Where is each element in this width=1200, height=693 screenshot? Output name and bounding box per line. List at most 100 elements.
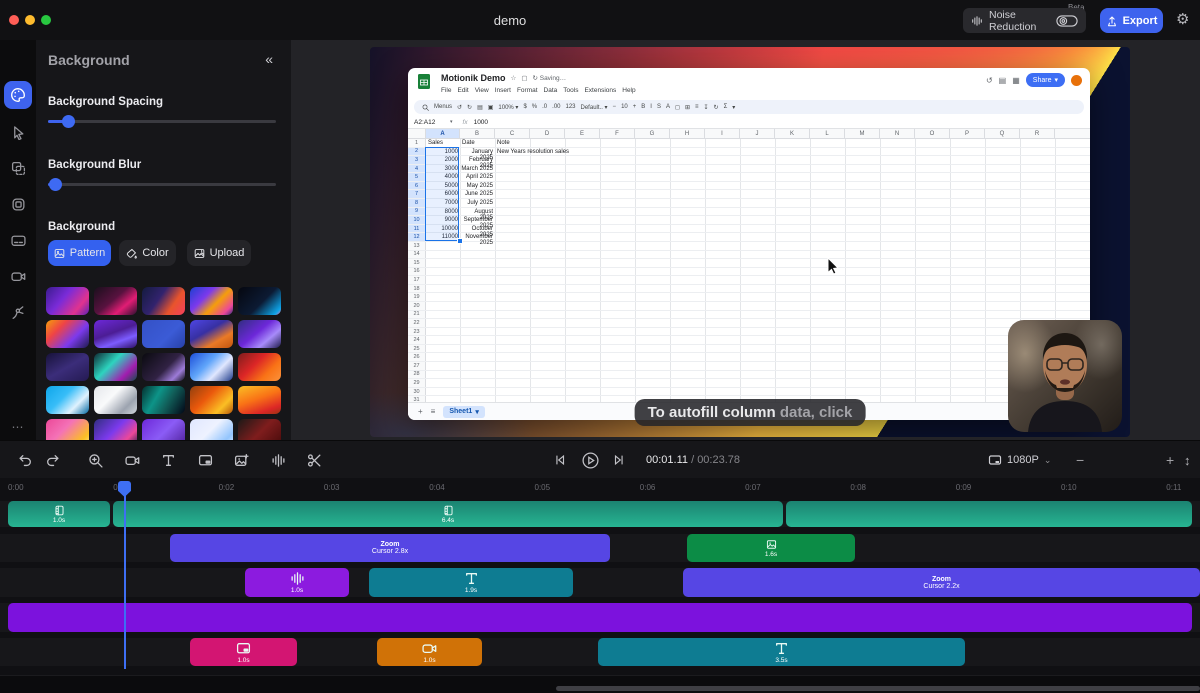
bg-thumbnail-4[interactable]	[190, 287, 233, 315]
comment-icon[interactable]: ▤	[999, 76, 1007, 85]
pip-clip[interactable]: 1.0s	[190, 638, 297, 666]
bg-thumbnail-15[interactable]	[238, 353, 281, 381]
bg-thumbnail-9[interactable]	[190, 320, 233, 348]
col-header-K[interactable]: K	[775, 129, 810, 138]
bg-thumbnail-11[interactable]	[46, 353, 89, 381]
col-header-J[interactable]: J	[740, 129, 775, 138]
resolution-select[interactable]: 1080P ⌄	[988, 441, 1051, 479]
tab-upload[interactable]: Upload	[187, 240, 251, 266]
tab-color[interactable]: Color	[119, 240, 176, 266]
cut-button[interactable]	[307, 441, 322, 479]
slider-track[interactable]	[48, 183, 276, 186]
cell-c8[interactable]	[495, 199, 675, 207]
camera-clip[interactable]: 1.0s	[377, 638, 482, 666]
sidebar-item-select[interactable]	[4, 118, 32, 146]
col-header-L[interactable]: L	[810, 129, 845, 138]
cell-c9[interactable]	[495, 208, 675, 216]
redo-button[interactable]	[45, 441, 60, 479]
bg-thumbnail-10[interactable]	[238, 320, 281, 348]
col-header-G[interactable]: G	[635, 129, 670, 138]
cell-c10[interactable]	[495, 216, 675, 224]
sidebar-item-frame[interactable]	[4, 190, 32, 218]
cell-b6[interactable]: May 2025	[460, 182, 495, 190]
sidebar-item-backgrounds[interactable]	[4, 81, 32, 109]
slider-track[interactable]	[48, 120, 276, 123]
sidebar-item-captions[interactable]	[4, 226, 32, 254]
sheets-menu-edit[interactable]: Edit	[457, 87, 468, 94]
close-traffic-light[interactable]	[9, 15, 19, 25]
avatar[interactable]	[1071, 75, 1082, 86]
text-clip[interactable]: 1.9s	[369, 568, 573, 597]
col-header-O[interactable]: O	[915, 129, 950, 138]
col-header-A[interactable]: A	[426, 129, 460, 138]
audio-clip[interactable]: 1.0s	[245, 568, 349, 597]
menus-label[interactable]: Menus	[434, 104, 452, 110]
bg-thumbnail-5[interactable]	[238, 287, 281, 315]
formula-value[interactable]: 1000	[474, 119, 488, 126]
sheets-toolbar-token[interactable]: 10	[621, 104, 628, 110]
undo-button[interactable]	[18, 441, 33, 479]
col-header-E[interactable]: E	[565, 129, 600, 138]
image-add-button[interactable]	[234, 441, 249, 479]
cell-b11[interactable]: October 2025	[460, 225, 495, 233]
bg-thumbnail-2[interactable]	[94, 287, 137, 315]
sheets-toolbar-token[interactable]: ↻	[714, 104, 719, 111]
sheets-toolbar-token[interactable]: A	[666, 104, 670, 110]
sheets-menu-file[interactable]: File	[441, 87, 451, 94]
background-blur-slider[interactable]	[48, 177, 276, 191]
cell-c4[interactable]	[495, 165, 675, 173]
col-header-N[interactable]: N	[880, 129, 915, 138]
bg-thumbnail-14[interactable]	[190, 353, 233, 381]
noise-reduction-button[interactable]: Noise Reduction	[963, 8, 1086, 33]
caption-overlay[interactable]: To autofill column data, click	[635, 399, 866, 426]
skip-forward-button[interactable]	[612, 441, 626, 479]
sidebar-item-camera[interactable]	[4, 262, 32, 290]
fill-handle[interactable]	[457, 238, 463, 244]
move-folder-icon[interactable]: ▢	[521, 74, 527, 82]
bg-thumbnail-23[interactable]	[142, 419, 185, 440]
cell-a1[interactable]: Sales	[426, 139, 460, 147]
cell-b4[interactable]: March 2025	[460, 165, 495, 173]
bg-thumbnail-12[interactable]	[94, 353, 137, 381]
background-spacing-slider[interactable]	[48, 114, 276, 128]
sheets-menu-insert[interactable]: Insert	[495, 87, 511, 94]
sheets-toolbar-token[interactable]: −	[613, 104, 617, 110]
bg-thumbnail-7[interactable]	[94, 320, 137, 348]
cell-c3[interactable]	[495, 156, 675, 164]
name-box[interactable]: A2:A12	[408, 119, 450, 126]
sheets-toolbar-token[interactable]: ↧	[704, 104, 709, 111]
col-header-Q[interactable]: Q	[985, 129, 1020, 138]
col-header-P[interactable]: P	[950, 129, 985, 138]
webcam-overlay[interactable]	[1008, 320, 1122, 432]
sheets-menu-format[interactable]: Format	[517, 87, 538, 94]
col-header-M[interactable]: M	[845, 129, 880, 138]
sheets-toolbar-token[interactable]: %	[532, 104, 537, 110]
meet-icon[interactable]: ▦	[1012, 76, 1020, 85]
star-icon[interactable]: ☆	[511, 74, 517, 82]
cell-b3[interactable]: February 2025	[460, 156, 495, 164]
sheets-menu-view[interactable]: View	[475, 87, 489, 94]
cell-c6[interactable]	[495, 182, 675, 190]
video-canvas[interactable]: Motionik Demo ☆ ▢ ↻ Saving… FileEditView…	[370, 47, 1130, 437]
video-clip[interactable]: 6.4s	[113, 501, 783, 527]
collapse-panel-button[interactable]: «	[265, 51, 273, 67]
cell-b8[interactable]: July 2025	[460, 199, 495, 207]
sheets-toolbar-token[interactable]: Σ	[724, 104, 728, 110]
cell-c12[interactable]	[495, 233, 675, 241]
col-header-R[interactable]: R	[1020, 129, 1055, 138]
sheets-menu-tools[interactable]: Tools	[563, 87, 578, 94]
cell-b2[interactable]: January 2025	[460, 148, 495, 156]
sheets-toolbar-token[interactable]: 100% ▾	[498, 104, 518, 111]
video-clip[interactable]: 1.0s	[8, 501, 110, 527]
col-header-C[interactable]: C	[495, 129, 530, 138]
search-icon[interactable]	[422, 104, 429, 111]
pip-button[interactable]	[198, 441, 213, 479]
sheets-menu-help[interactable]: Help	[622, 87, 635, 94]
sheets-toolbar-token[interactable]: Default.. ▾	[581, 104, 608, 111]
bg-thumbnail-1[interactable]	[46, 287, 89, 315]
sheets-toolbar-token[interactable]: $	[523, 104, 526, 110]
cell-c2[interactable]: New Years resolution sales	[495, 148, 675, 156]
more-tools-button[interactable]: ⋯	[0, 420, 36, 434]
bg-thumbnail-21[interactable]	[46, 419, 89, 440]
bg-thumbnail-8[interactable]	[142, 320, 185, 348]
